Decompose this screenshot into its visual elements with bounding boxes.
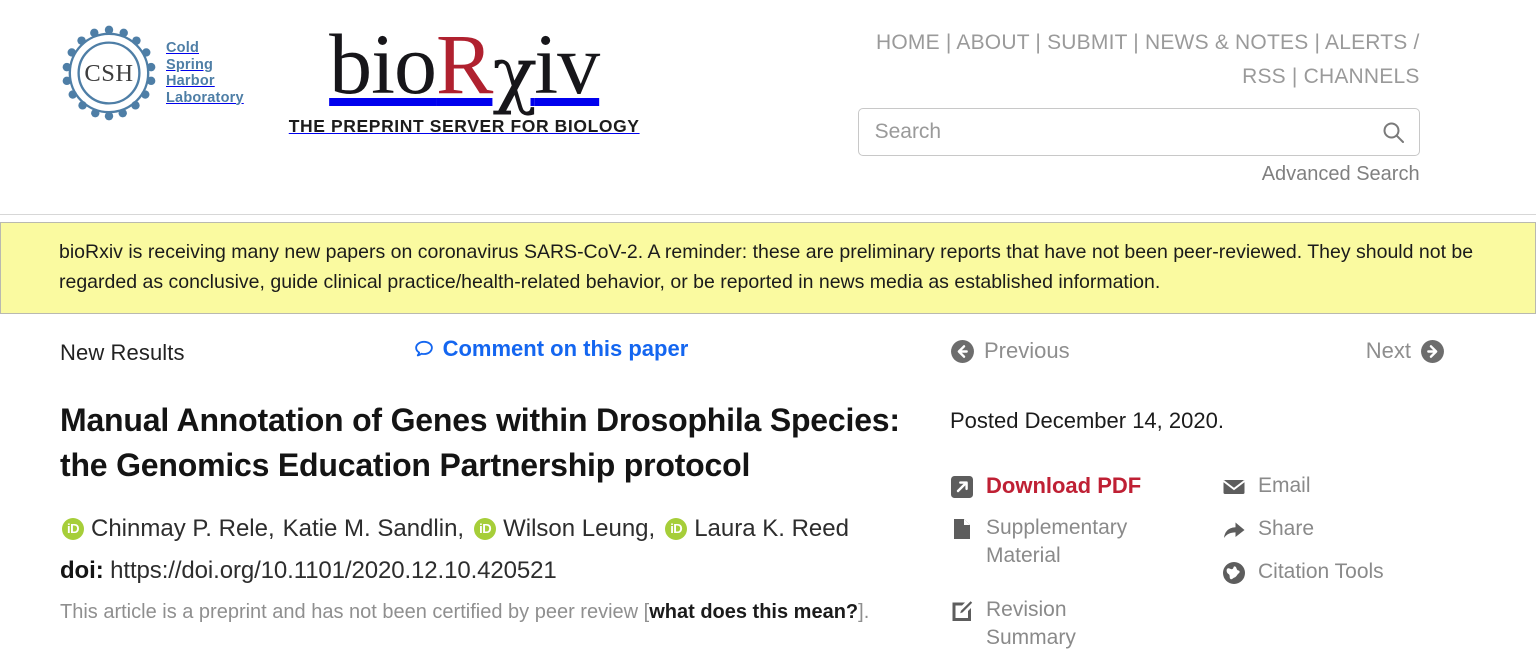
author-name[interactable]: Katie M. Sandlin, xyxy=(283,514,464,544)
biorxiv-bio-text: bio xyxy=(329,16,437,112)
author-name[interactable]: Wilson Leung, xyxy=(503,514,655,544)
cshl-line-3: Harbor xyxy=(166,73,215,89)
supplementary-material-link[interactable]: Supplementary Material xyxy=(950,514,1222,570)
preprint-disclaimer: This article is a preprint and has not b… xyxy=(60,601,950,624)
biorxiv-iv-text: iv xyxy=(534,16,600,112)
citation-tools-label: Citation Tools xyxy=(1258,560,1384,583)
comment-on-paper-link[interactable]: Comment on this paper xyxy=(413,336,689,362)
citation-tools-link[interactable]: Citation Tools xyxy=(1222,558,1462,586)
cshl-line-2: Spring xyxy=(166,56,214,73)
article-meta-row: New Results Comment on this paper xyxy=(60,336,950,380)
main-content: New Results Comment on this paper Manual… xyxy=(0,314,1536,666)
main-navigation: HOME | ABOUT | SUBMIT | NEWS & NOTES | A… xyxy=(840,26,1420,94)
globe-icon xyxy=(1222,561,1246,585)
arrow-left-circle-icon xyxy=(950,339,975,364)
biorxiv-chi-text: χ xyxy=(492,31,537,117)
doi-line: doi: https://doi.org/10.1101/2020.12.10.… xyxy=(60,557,950,585)
nav-separator: | xyxy=(1029,31,1048,54)
svg-text:CSH: CSH xyxy=(84,60,133,87)
next-article-link[interactable]: Next xyxy=(1366,338,1445,364)
author-name[interactable]: Chinmay P. Rele, xyxy=(91,514,275,544)
preprint-disclaimer-tail: ]. xyxy=(858,601,870,623)
search-box[interactable] xyxy=(857,108,1420,156)
nav-separator: | xyxy=(1285,65,1304,88)
doi-value[interactable]: https://doi.org/10.1101/2020.12.10.42052… xyxy=(110,557,557,584)
revision-summary-label: Revision Summary xyxy=(986,598,1076,649)
previous-label: Previous xyxy=(984,338,1070,363)
revision-summary-link[interactable]: Revision Summary xyxy=(950,596,1222,652)
article-tools: Download PDF Supplementary Material Revi… xyxy=(950,472,1536,666)
download-pdf-button[interactable]: Download PDF xyxy=(950,472,1222,500)
header-divider xyxy=(0,214,1536,215)
envelope-icon xyxy=(1222,475,1246,499)
prev-next-navigation: Previous Next xyxy=(950,338,1445,364)
nav-separator: | xyxy=(939,31,957,54)
what-does-this-mean-link[interactable]: what does this mean? xyxy=(649,601,858,623)
biorxiv-wordmark: bioRχiv xyxy=(289,16,640,117)
nav-item-channels[interactable]: CHANNELS xyxy=(1304,65,1420,88)
external-link-icon xyxy=(950,475,974,499)
share-arrow-icon xyxy=(1222,518,1246,542)
share-label: Share xyxy=(1258,517,1315,540)
posted-date: Posted December 14, 2020. xyxy=(950,408,1224,433)
supplementary-material-label: Supplementary Material xyxy=(986,516,1128,567)
cshl-logo-wordmark: Cold Spring Harbor Laboratory xyxy=(166,40,244,106)
email-label: Email xyxy=(1258,474,1311,497)
advanced-search-link-wrap: Advanced Search xyxy=(858,163,1420,186)
document-icon xyxy=(950,517,974,541)
comment-link-label: Comment on this paper xyxy=(442,336,689,361)
orcid-icon[interactable]: iD xyxy=(62,518,84,540)
search-input[interactable] xyxy=(872,119,1381,145)
download-pdf-label: Download PDF xyxy=(986,473,1142,498)
nav-separator: | xyxy=(1308,31,1325,54)
arrow-right-circle-icon xyxy=(1420,339,1445,364)
nav-item-home[interactable]: HOME xyxy=(876,31,940,54)
article-tools-secondary: Email Share Citation Tools xyxy=(1222,472,1462,666)
biorxiv-r-text: R xyxy=(436,16,493,112)
search-icon[interactable] xyxy=(1381,120,1405,144)
page-title: Manual Annotation of Genes within Drosop… xyxy=(60,402,900,483)
biorxiv-tagline: THE PREPRINT SERVER FOR BIOLOGY xyxy=(288,116,640,136)
author-list: iD Chinmay P. Rele, Katie M. Sandlin, iD… xyxy=(60,514,950,544)
advanced-search-link[interactable]: Advanced Search xyxy=(1262,163,1420,185)
cshl-dna-ring-icon: CSH xyxy=(60,24,158,122)
sidebar-column: Previous Next Posted December 14, 2020. xyxy=(950,336,1536,666)
doi-label: doi: xyxy=(60,557,104,584)
biorxiv-logo[interactable]: bioRχiv THE PREPRINT SERVER FOR BIOLOGY xyxy=(289,18,640,137)
share-link[interactable]: Share xyxy=(1222,515,1462,543)
email-link[interactable]: Email xyxy=(1222,472,1462,500)
article-tools-primary: Download PDF Supplementary Material Revi… xyxy=(950,472,1222,666)
next-label: Next xyxy=(1365,338,1411,363)
article-category-label: New Results xyxy=(60,340,185,365)
site-header: CSH Cold Spring Harbor Laboratory bioRχi… xyxy=(0,0,1536,214)
edit-pencil-icon xyxy=(950,599,974,623)
orcid-icon[interactable]: iD xyxy=(665,518,688,540)
article-column: New Results Comment on this paper Manual… xyxy=(0,336,950,666)
cshl-line-4: Laboratory xyxy=(166,89,244,106)
nav-item-about[interactable]: ABOUT xyxy=(956,31,1029,54)
covid-notice-banner: bioRxiv is receiving many new papers on … xyxy=(0,222,1536,314)
nav-item-submit[interactable]: SUBMIT xyxy=(1047,31,1127,54)
search-region: Advanced Search xyxy=(857,108,1420,186)
nav-item-news-and-notes[interactable]: NEWS & NOTES xyxy=(1145,31,1308,54)
cshl-line-1: Cold xyxy=(166,40,200,56)
header-right-region: HOME | ABOUT | SUBMIT | NEWS & NOTES | A… xyxy=(840,26,1420,186)
comment-bubble-icon xyxy=(413,338,435,360)
orcid-icon[interactable]: iD xyxy=(474,518,497,540)
preprint-disclaimer-text: This article is a preprint and has not b… xyxy=(60,601,650,623)
nav-separator: | xyxy=(1127,31,1145,54)
cshl-logo[interactable]: CSH Cold Spring Harbor Laboratory xyxy=(60,24,244,122)
author-name[interactable]: Laura K. Reed xyxy=(694,514,849,544)
previous-article-link[interactable]: Previous xyxy=(950,338,1070,364)
